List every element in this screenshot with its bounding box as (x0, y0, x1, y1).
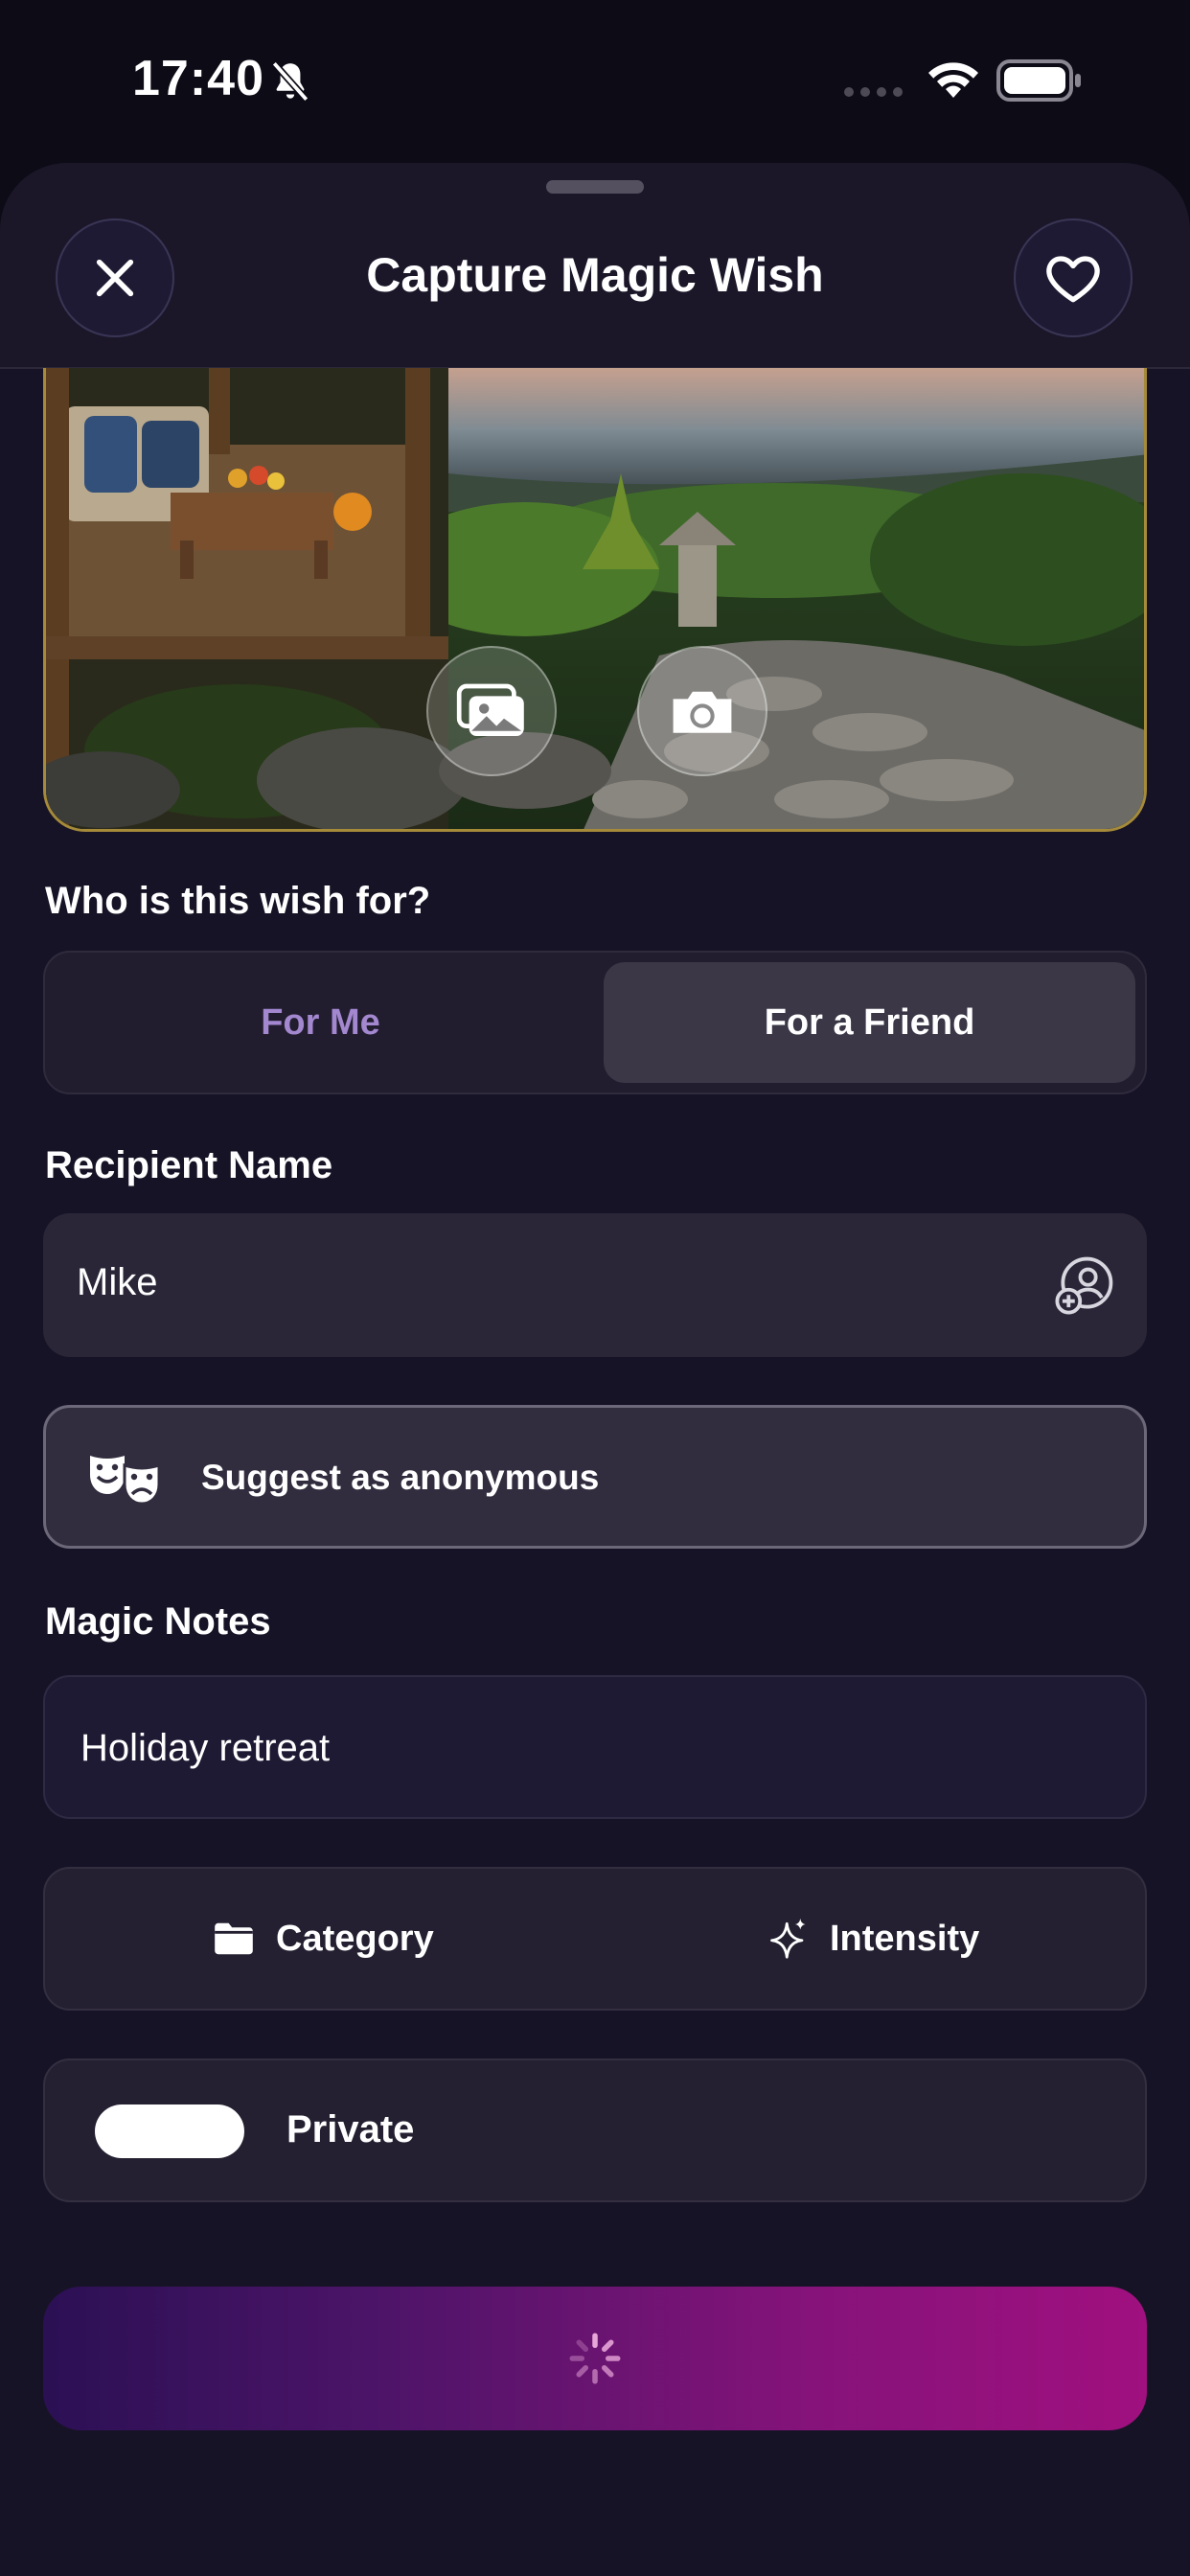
garden-photo-image (46, 368, 1144, 829)
camera-button[interactable] (637, 646, 767, 776)
cellular-icon (844, 87, 903, 97)
status-bar: 17:40 (0, 0, 1190, 163)
camera-icon (673, 691, 732, 733)
attributes-row: Category Intensity (43, 1867, 1147, 2011)
segment-for-a-friend[interactable]: For a Friend (604, 962, 1135, 1083)
intensity-button[interactable]: Intensity (768, 1869, 979, 2009)
private-toggle[interactable] (95, 2104, 244, 2158)
wifi-icon (928, 62, 978, 98)
suggest-anonymous-button[interactable]: Suggest as anonymous (43, 1405, 1147, 1549)
recipient-name-label: Recipient Name (45, 1144, 333, 1186)
heart-icon (1046, 256, 1100, 303)
sheet-grabber[interactable] (546, 180, 644, 194)
intensity-label: Intensity (830, 1918, 980, 1959)
page-title: Capture Magic Wish (366, 248, 824, 302)
add-contact-icon[interactable] (1055, 1255, 1114, 1315)
photo-gallery-icon (456, 683, 524, 736)
bell-slash-icon (271, 60, 309, 103)
sheet-header: Capture Magic Wish (0, 163, 1190, 369)
status-time: 17:40 (132, 51, 264, 106)
magic-notes-field[interactable]: Holiday retreat (43, 1675, 1147, 1819)
recipient-type-segmented-control: For Me For a Friend (43, 951, 1147, 1094)
recipient-name-value: Mike (77, 1261, 158, 1303)
favorite-button[interactable] (1014, 218, 1133, 337)
private-label: Private (286, 2108, 415, 2150)
folder-icon (215, 1922, 253, 1955)
wish-photo (43, 368, 1147, 832)
spinner-icon (569, 2333, 621, 2384)
segment-for-me[interactable]: For Me (55, 962, 586, 1083)
gallery-button[interactable] (426, 646, 557, 776)
category-label: Category (276, 1918, 434, 1959)
recipient-type-label: Who is this wish for? (45, 880, 431, 922)
recipient-name-field[interactable]: Mike (43, 1213, 1147, 1357)
submit-wish-button[interactable] (43, 2287, 1147, 2430)
magic-notes-value: Holiday retreat (80, 1727, 331, 1769)
private-row: Private (43, 2058, 1147, 2202)
category-button[interactable]: Category (213, 1869, 434, 2009)
suggest-anonymous-label: Suggest as anonymous (201, 1458, 600, 1497)
theater-masks-icon (90, 1456, 161, 1506)
sparkle-icon (770, 1919, 806, 1959)
battery-icon (996, 59, 1081, 102)
magic-notes-label: Magic Notes (45, 1600, 271, 1643)
wish-sheet: Capture Magic Wish (0, 163, 1190, 2576)
